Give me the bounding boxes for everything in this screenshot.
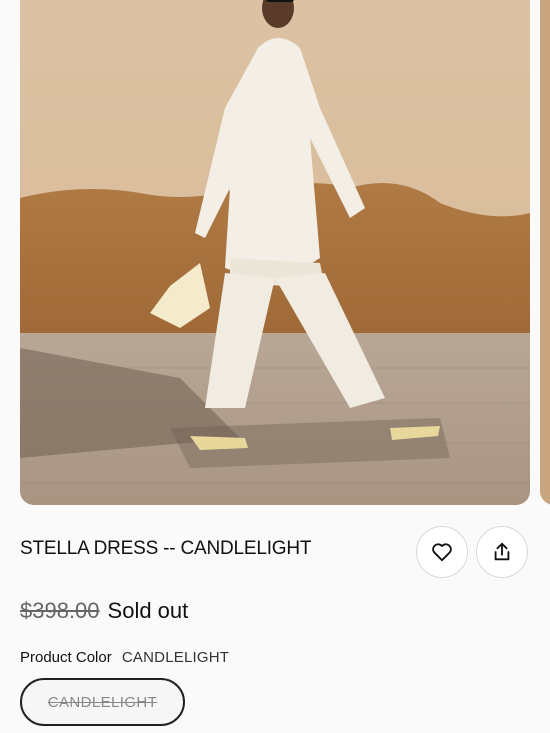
sold-out-label: Sold out [107, 598, 189, 623]
share-icon [494, 542, 510, 561]
product-header: STELLA DRESS -- CANDLELIGHT [20, 526, 530, 582]
original-price: $398.00 [20, 598, 100, 623]
price-row: $398.00 Sold out [20, 598, 188, 624]
product-title: STELLA DRESS -- CANDLELIGHT [20, 538, 312, 559]
product-color-row: Product Color CANDLELIGHT [20, 649, 229, 666]
product-color-value: CANDLELIGHT [121, 649, 230, 666]
color-swatch-candlelight[interactable]: CANDLELIGHT [20, 678, 185, 726]
next-photo-peek[interactable] [540, 0, 550, 505]
share-button[interactable] [476, 526, 528, 578]
favorite-button[interactable] [416, 526, 468, 578]
product-photo-illustration [20, 0, 530, 505]
product-photo[interactable] [20, 0, 530, 505]
product-color-label: Product Color [20, 649, 112, 666]
heart-icon [432, 543, 452, 562]
product-image-gallery[interactable] [0, 0, 550, 506]
